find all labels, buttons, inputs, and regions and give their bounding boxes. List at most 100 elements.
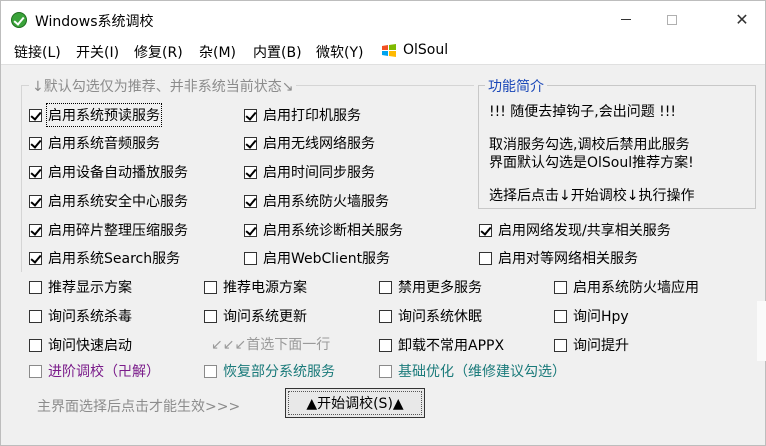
checkbox-defrag-service[interactable]: 启用碎片整理压缩服务 [29,220,188,240]
checkbox-box[interactable] [244,165,257,179]
menu-olsoul[interactable]: OlSoul [403,42,448,58]
checkbox-label: 启用WebClient服务 [263,251,391,267]
checkbox-box[interactable] [479,251,492,265]
checkbox-search-service[interactable]: 启用系统Search服务 [29,248,180,268]
checkbox-ask-update[interactable]: 询问系统更新 [204,306,307,326]
checkbox-box[interactable] [379,364,392,378]
checkbox-diagnostics-service[interactable]: 启用系统诊断相关服务 [244,220,403,240]
menu-builtin[interactable]: 内置(B) [253,42,302,62]
checkbox-box[interactable] [244,194,257,208]
checkbox-ask-elevate[interactable]: 询问提升 [554,335,629,355]
checkbox-box[interactable] [29,136,42,150]
checkbox-box[interactable] [29,338,42,352]
checkbox-autoplay-service[interactable]: 启用设备自动播放服务 [29,162,188,182]
info-warning: !!! 随便去掉钩子,会出问题 !!! [489,104,677,120]
checkbox-audio-service[interactable]: 启用系统音频服务 [29,133,160,153]
checkbox-box[interactable] [379,309,392,323]
checkbox-label: 询问Hpy [573,309,629,325]
menu-links[interactable]: 链接(L) [14,42,61,62]
checkbox-label: 禁用更多服务 [398,280,482,296]
checkbox-printer-service[interactable]: 启用打印机服务 [244,105,361,125]
checkbox-disable-more-services[interactable]: 禁用更多服务 [379,277,482,297]
checkbox-label: 询问系统休眠 [398,309,482,325]
maximize-icon [667,14,677,25]
checkbox-box[interactable] [479,223,492,237]
checkbox-box[interactable] [379,280,392,294]
checkbox-box[interactable] [244,108,257,122]
info-line-default: 界面默认勾选是OlSoul推荐方案! [489,155,694,171]
checkbox-time-sync-service[interactable]: 启用时间同步服务 [244,162,375,182]
checkbox-ask-antivirus[interactable]: 询问系统杀毒 [29,306,132,326]
info-line-uncheck: 取消服务勾选,调校后禁用此服务 [489,137,690,153]
checkbox-box[interactable] [29,309,42,323]
checkbox-firewall-service[interactable]: 启用系统防火墙服务 [244,191,389,211]
checkbox-label: 启用系统防火墙应用 [573,280,699,296]
checkbox-basic-optimization[interactable]: 基础优化（维修建议勾选） [379,361,566,381]
checkbox-box[interactable] [554,309,567,323]
checkbox-webclient-service[interactable]: 启用WebClient服务 [244,248,390,268]
main-window: Windows系统调校 ✕ 链接(L) 开关(I) 修复(R) 杂(M) 内置(… [0,0,766,446]
info-line-howto: 选择后点击↓开始调校↓执行操作 [489,188,695,204]
start-tuning-button[interactable]: ▲开始调校(S)▲ [285,388,425,418]
checkbox-label: 询问快速启动 [48,338,132,354]
checkbox-display-scheme[interactable]: 推荐显示方案 [29,277,132,297]
checkbox-box[interactable] [29,223,42,237]
checkbox-power-scheme[interactable]: 推荐电源方案 [204,277,307,297]
checkbox-box[interactable] [244,223,257,237]
checkbox-wireless-service[interactable]: 启用无线网络服务 [244,133,375,153]
menu-microsoft[interactable]: 微软(Y) [316,42,363,62]
minimize-button[interactable] [603,1,649,38]
checkbox-box[interactable] [29,280,42,294]
checkbox-box[interactable] [29,364,42,378]
maximize-button[interactable] [649,1,695,38]
window-title: Windows系统调校 [35,14,154,30]
panel-edge [757,301,766,361]
title-bar[interactable]: Windows系统调校 ✕ [1,1,765,38]
checkbox-ask-hpy[interactable]: 询问Hpy [554,306,629,326]
checkbox-network-discovery-service[interactable]: 启用网络发现/共享相关服务 [479,220,671,240]
close-icon: ✕ [735,10,749,29]
checkbox-firewall-app[interactable]: 启用系统防火墙应用 [554,277,699,297]
checkbox-prefetch-service[interactable]: 启用系统预读服务 [29,103,162,127]
checkbox-box[interactable] [554,338,567,352]
checkbox-ask-hibernate[interactable]: 询问系统休眠 [379,306,482,326]
checkbox-label: 启用设备自动播放服务 [48,165,188,181]
checkbox-peer-network-service[interactable]: 启用对等网络相关服务 [479,248,638,268]
checkbox-box[interactable] [29,251,42,265]
checkbox-box[interactable] [29,165,42,179]
checkbox-advanced-tuning[interactable]: 进阶调校（卍解） [29,361,160,381]
checkbox-box[interactable] [244,251,257,265]
checkbox-label: 启用系统预读服务 [46,103,162,127]
checkbox-label: 启用系统音频服务 [48,136,160,152]
checkbox-label: 启用无线网络服务 [263,136,375,152]
checkbox-label: 推荐显示方案 [48,280,132,296]
checkbox-box[interactable] [29,194,42,208]
footer-hint: 主界面选择后点击才能生效>>> [37,399,241,415]
checkbox-ask-fast-startup[interactable]: 询问快速启动 [29,335,132,355]
checkbox-uninstall-appx[interactable]: 卸载不常用APPX [379,335,504,355]
windows-flag-icon [382,44,396,57]
checkbox-label: 卸载不常用APPX [398,338,505,354]
checkbox-label: 启用系统防火墙服务 [263,194,389,210]
checkbox-label: 进阶调校（卍解） [48,364,160,380]
checkbox-label: 启用系统Search服务 [48,251,181,267]
checkbox-label: 询问系统杀毒 [48,309,132,325]
app-icon [11,12,27,28]
checkbox-restore-services[interactable]: 恢复部分系统服务 [204,361,335,381]
checkbox-box[interactable] [204,280,217,294]
menu-switch[interactable]: 开关(I) [76,42,119,62]
checkbox-box[interactable] [379,338,392,352]
close-button[interactable]: ✕ [719,1,765,38]
checkbox-label: 恢复部分系统服务 [223,364,335,380]
checkbox-box[interactable] [29,108,42,122]
checkbox-box[interactable] [244,136,257,150]
checkbox-box[interactable] [554,280,567,294]
menu-repair[interactable]: 修复(R) [134,42,183,62]
menu-misc[interactable]: 杂(M) [199,42,236,62]
checkbox-box[interactable] [204,364,217,378]
checkbox-label: 启用碎片整理压缩服务 [48,223,188,239]
checkbox-box[interactable] [204,309,217,323]
checkbox-security-center-service[interactable]: 启用系统安全中心服务 [29,191,188,211]
checkbox-label: 启用打印机服务 [263,108,361,124]
focus-rect [288,391,422,415]
